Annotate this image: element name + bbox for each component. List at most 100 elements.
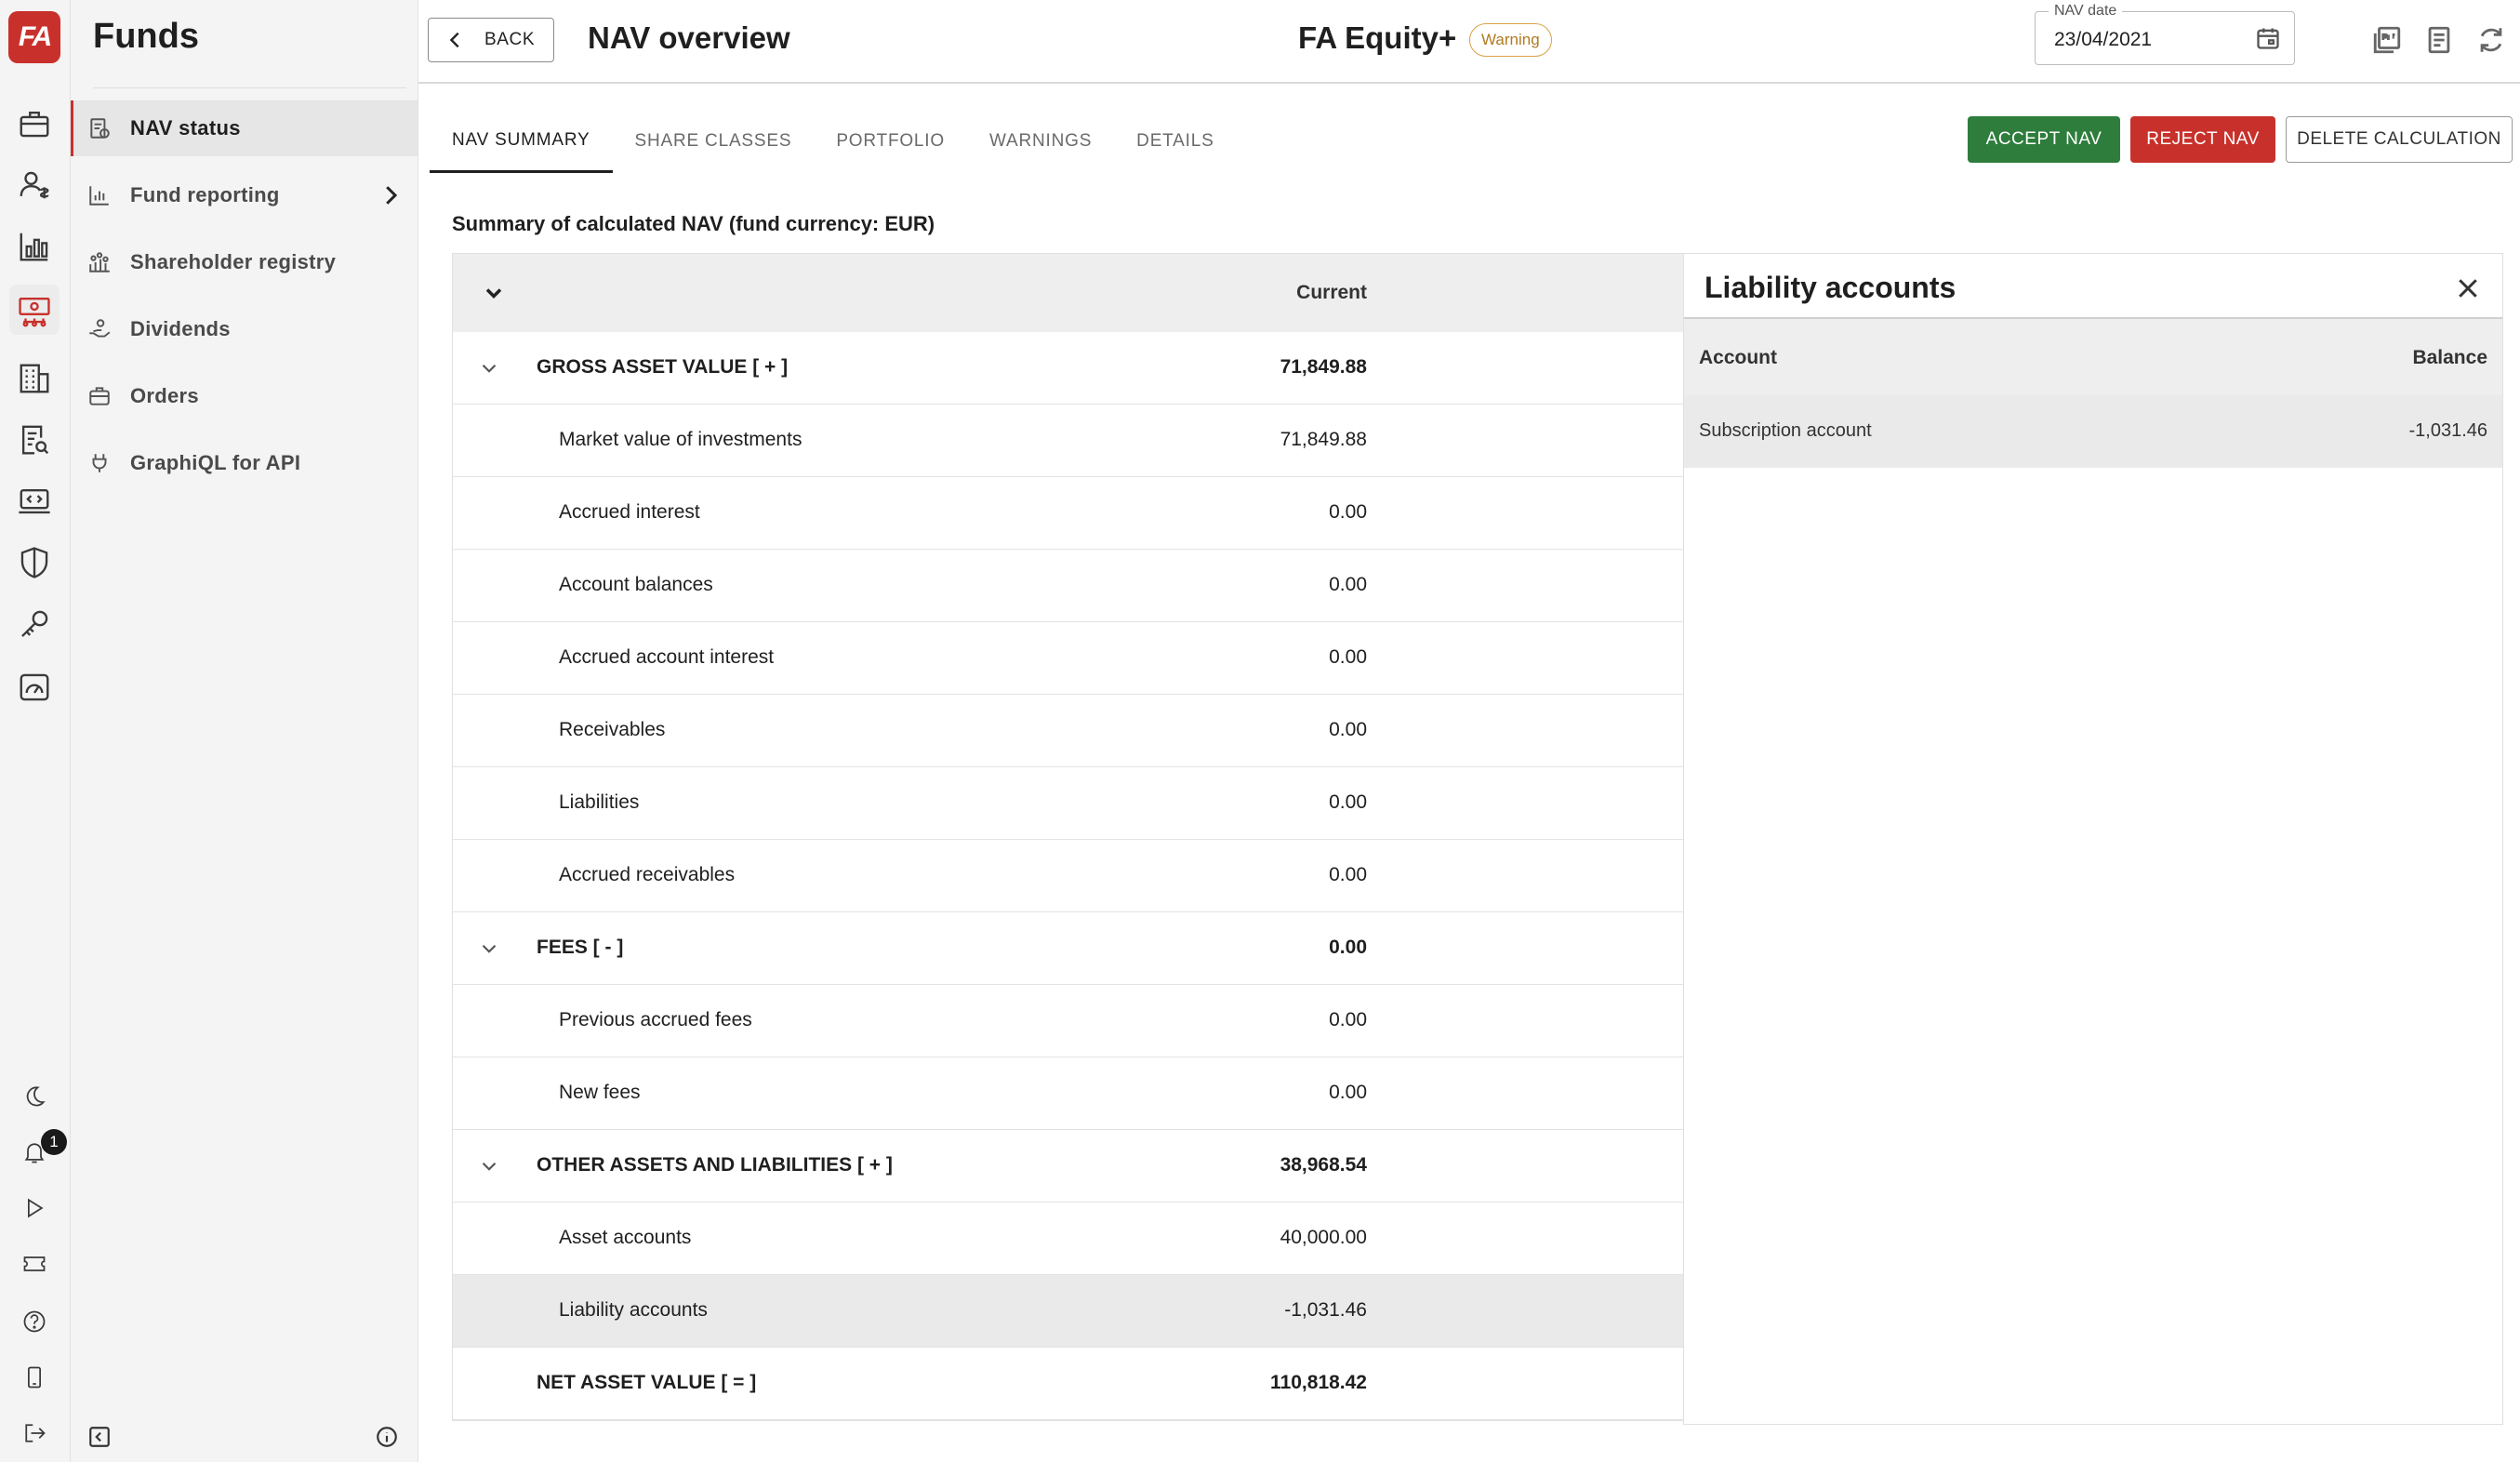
row-value: 0.00 [1329, 574, 1367, 595]
ticket-icon[interactable] [9, 1239, 60, 1289]
bar-chart-icon [86, 181, 113, 209]
status-badge: Warning [1469, 23, 1552, 57]
chevron-right-icon[interactable] [377, 181, 405, 209]
table-row[interactable]: Accrued receivables 0.00 [453, 840, 1683, 912]
hand-coin-icon [86, 315, 113, 343]
row-label: NET ASSET VALUE [ = ] [537, 1372, 757, 1393]
row-value: -1,031.46 [1284, 1299, 1367, 1321]
icon-rail: FA 1 [0, 0, 71, 1462]
tab-portfolio[interactable]: PORTFOLIO [814, 110, 967, 173]
logout-icon[interactable] [9, 1408, 60, 1458]
tab-share-classes[interactable]: SHARE CLASSES [613, 110, 815, 173]
fa-logo[interactable]: FA [8, 11, 60, 63]
delete-calculation-button[interactable]: DELETE CALCULATION [2286, 116, 2513, 163]
close-icon[interactable] [2454, 274, 2482, 302]
play-icon[interactable] [9, 1183, 60, 1233]
pdf-icon[interactable] [2371, 24, 2403, 56]
sidebar-item-label: GraphiQL for API [130, 451, 301, 474]
row-label: FEES [ - ] [537, 937, 624, 958]
people-chart-icon [86, 248, 113, 276]
rail-reports-icon[interactable] [9, 221, 60, 272]
row-label: Accrued interest [559, 501, 700, 523]
sidebar-item-graphiql[interactable]: GraphiQL for API [71, 435, 418, 491]
rail-funds-icon[interactable] [9, 285, 60, 335]
table-row[interactable]: Account balances 0.00 [453, 550, 1683, 622]
rail-dashboard-icon[interactable] [9, 662, 60, 712]
chevron-down-icon[interactable] [477, 356, 501, 380]
sidebar-item-label: Shareholder registry [130, 250, 337, 273]
tab-warnings[interactable]: WARNINGS [967, 110, 1114, 173]
sidebar-item-dividends[interactable]: Dividends [71, 301, 418, 357]
back-button[interactable]: BACK [428, 18, 554, 62]
table-row-fees[interactable]: FEES [ - ] 0.00 [453, 912, 1683, 985]
collapse-sidebar-icon[interactable] [86, 1423, 113, 1451]
notification-count-badge: 1 [41, 1129, 67, 1155]
table-row-gross-asset-value[interactable]: GROSS ASSET VALUE [ + ] 71,849.88 [453, 332, 1683, 405]
rail-document-search-icon[interactable] [9, 415, 60, 465]
table-row[interactable]: Asset accounts 40,000.00 [453, 1203, 1683, 1275]
reject-nav-button[interactable]: REJECT NAV [2130, 116, 2275, 163]
sidebar-item-fund-reporting[interactable]: Fund reporting [71, 167, 418, 223]
chevron-down-icon[interactable] [477, 937, 501, 961]
table-row[interactable]: Accrued account interest 0.00 [453, 622, 1683, 695]
sidebar-item-nav-status[interactable]: NAV status [71, 100, 418, 156]
help-icon[interactable] [9, 1296, 60, 1347]
rail-key-icon[interactable] [9, 599, 60, 649]
nav-date-label: NAV date [2049, 3, 2123, 20]
module-title: Funds [93, 17, 199, 56]
info-icon[interactable] [373, 1423, 401, 1451]
row-label: Asset accounts [559, 1227, 692, 1248]
rail-shield-icon[interactable] [9, 538, 60, 588]
refresh-icon[interactable] [2475, 24, 2507, 56]
nav-date-value: 23/04/2021 [2054, 29, 2153, 50]
sidebar-item-orders[interactable]: Orders [71, 368, 418, 424]
plug-icon [86, 449, 113, 477]
nav-date-field[interactable]: NAV date 23/04/2021 [2035, 3, 2295, 65]
rail-portfolio-icon[interactable] [9, 99, 60, 149]
column-header-current: Current [1296, 282, 1367, 303]
table-row[interactable]: Liabilities 0.00 [453, 767, 1683, 840]
sidebar: Funds NAV status Fund reporting Sharehol… [71, 0, 418, 1462]
row-label: Account balances [559, 574, 713, 595]
summary-title: Summary of calculated NAV (fund currency… [452, 212, 935, 235]
table-row[interactable]: Previous accrued fees 0.00 [453, 985, 1683, 1057]
column-header-account: Account [1699, 347, 1777, 368]
table-row[interactable]: Accrued interest 0.00 [453, 477, 1683, 550]
collapse-all-icon[interactable] [481, 280, 507, 306]
row-value: 0.00 [1329, 719, 1367, 740]
nav-summary-table: Current GROSS ASSET VALUE [ + ] 71,849.8… [452, 253, 1683, 1421]
sidebar-item-label: NAV status [130, 116, 241, 140]
table-row[interactable]: Subscription account -1,031.46 [1684, 395, 2502, 468]
calendar-icon[interactable] [2255, 25, 2281, 51]
row-label: Liability accounts [559, 1299, 708, 1321]
accept-nav-button[interactable]: ACCEPT NAV [1968, 116, 2120, 163]
mobile-icon[interactable] [9, 1352, 60, 1402]
row-label: Accrued account interest [559, 646, 775, 668]
rail-building-icon[interactable] [9, 353, 60, 404]
table-row-other-assets-liabilities[interactable]: OTHER ASSETS AND LIABILITIES [ + ] 38,96… [453, 1130, 1683, 1203]
chevron-left-icon [449, 32, 459, 48]
rail-code-icon[interactable] [9, 476, 60, 526]
table-row-net-asset-value[interactable]: NET ASSET VALUE [ = ] 110,818.42 [453, 1348, 1683, 1420]
row-label: Accrued receivables [559, 864, 736, 885]
table-row[interactable]: Receivables 0.00 [453, 695, 1683, 767]
account-name: Subscription account [1699, 420, 1872, 441]
row-value: 0.00 [1329, 501, 1367, 523]
dark-mode-icon[interactable] [9, 1071, 60, 1122]
table-row-liability-accounts[interactable]: Liability accounts -1,031.46 [453, 1275, 1683, 1348]
rail-contacts-icon[interactable] [9, 160, 60, 210]
row-value: 0.00 [1329, 1082, 1367, 1103]
row-value: 110,818.42 [1270, 1372, 1367, 1393]
row-value: 0.00 [1329, 864, 1367, 885]
row-label: Receivables [559, 719, 666, 740]
row-value: 71,849.88 [1280, 429, 1367, 450]
briefcase-icon [86, 382, 113, 410]
table-row[interactable]: New fees 0.00 [453, 1057, 1683, 1130]
tab-nav-summary[interactable]: NAV SUMMARY [430, 110, 613, 173]
tab-details[interactable]: DETAILS [1114, 110, 1236, 173]
tab-bar: NAV SUMMARY SHARE CLASSES PORTFOLIO WARN… [430, 110, 1237, 173]
report-icon[interactable] [2423, 24, 2455, 56]
chevron-down-icon[interactable] [477, 1154, 501, 1178]
table-row[interactable]: Market value of investments 71,849.88 [453, 405, 1683, 477]
sidebar-item-shareholder-registry[interactable]: Shareholder registry [71, 234, 418, 290]
